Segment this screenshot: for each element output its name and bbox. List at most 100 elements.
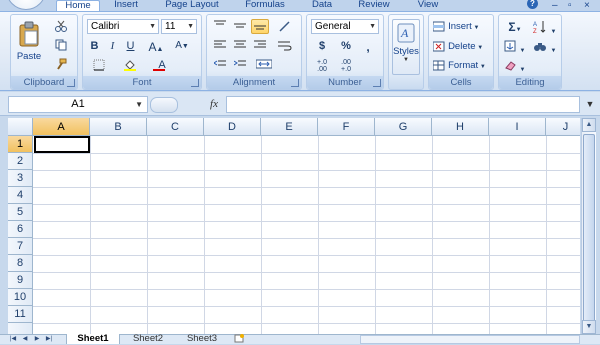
align-right-button[interactable] bbox=[251, 39, 269, 54]
clear-button[interactable]: ▼ bbox=[502, 58, 528, 73]
column-header[interactable]: J bbox=[546, 118, 580, 136]
gridline bbox=[318, 136, 319, 334]
decrease-indent-button[interactable] bbox=[211, 58, 229, 73]
percent-button[interactable]: % bbox=[337, 39, 355, 54]
italic-button[interactable]: I bbox=[105, 39, 120, 54]
sheet-tab[interactable]: Sheet1 bbox=[66, 334, 120, 344]
grow-font-button[interactable]: A▲ bbox=[145, 39, 167, 54]
font-name-combo[interactable]: Calibri ▼ bbox=[87, 19, 159, 34]
tab-page-layout[interactable]: Page Layout bbox=[154, 0, 230, 11]
formula-expand-handle[interactable] bbox=[150, 97, 178, 113]
delete-cells-button[interactable]: Delete ▼ bbox=[432, 39, 492, 54]
row-header[interactable]: 11 bbox=[8, 306, 33, 323]
column-header[interactable]: A bbox=[33, 118, 90, 136]
merge-center-button[interactable] bbox=[251, 58, 277, 73]
insert-sheet-icon[interactable] bbox=[230, 334, 248, 344]
currency-button[interactable]: $ bbox=[311, 39, 333, 54]
wrap-text-button[interactable] bbox=[273, 39, 297, 54]
scroll-up-icon[interactable]: ▲ bbox=[582, 118, 596, 132]
dialog-launcher-icon[interactable] bbox=[291, 79, 299, 87]
column-header[interactable]: C bbox=[147, 118, 204, 136]
row-header[interactable]: 2 bbox=[8, 153, 33, 170]
column-header[interactable]: D bbox=[204, 118, 261, 136]
font-color-button[interactable]: A bbox=[149, 58, 175, 73]
row-header[interactable]: 5 bbox=[8, 204, 33, 221]
row-header[interactable]: 6 bbox=[8, 221, 33, 238]
dialog-launcher-icon[interactable] bbox=[67, 79, 75, 87]
tab-data[interactable]: Data bbox=[302, 0, 342, 11]
tab-review[interactable]: Review bbox=[348, 0, 400, 11]
restore-icon[interactable]: ▫ bbox=[568, 0, 572, 11]
insert-function-icon[interactable]: fx bbox=[206, 96, 222, 112]
find-select-button[interactable]: ▼ bbox=[531, 39, 559, 54]
insert-cells-button[interactable]: Insert ▼ bbox=[432, 19, 492, 34]
formula-input[interactable] bbox=[226, 96, 580, 113]
sheet-tab[interactable]: Sheet3 bbox=[176, 334, 228, 344]
styles-button[interactable]: A Styles ▼ bbox=[392, 19, 420, 75]
format-painter-button[interactable] bbox=[51, 57, 71, 71]
scroll-down-icon[interactable]: ▼ bbox=[582, 320, 596, 334]
paste-button[interactable]: Paste bbox=[15, 19, 43, 69]
decrease-decimal-button[interactable]: .00 +.0 bbox=[335, 58, 357, 73]
tab-view[interactable]: View bbox=[408, 0, 448, 11]
cells-group: Insert ▼ Delete ▼ Format ▼ Cells bbox=[428, 14, 494, 90]
dialog-launcher-icon[interactable] bbox=[373, 79, 381, 87]
select-all-button[interactable] bbox=[8, 118, 33, 136]
align-top-button[interactable] bbox=[211, 19, 229, 34]
format-cells-button[interactable]: Format ▼ bbox=[432, 58, 492, 73]
increase-decimal-button[interactable]: +.0 .00 bbox=[311, 58, 333, 73]
close-icon[interactable]: × bbox=[584, 0, 590, 11]
comma-button[interactable]: , bbox=[359, 39, 377, 54]
row-header[interactable]: 1 bbox=[8, 136, 33, 153]
prev-sheet-icon[interactable]: ◀ bbox=[20, 335, 30, 344]
borders-button[interactable] bbox=[87, 58, 111, 73]
column-header[interactable]: G bbox=[375, 118, 432, 136]
column-header[interactable]: I bbox=[489, 118, 546, 136]
first-sheet-icon[interactable]: |◀ bbox=[8, 335, 18, 344]
orientation-button[interactable] bbox=[273, 19, 297, 34]
column-header[interactable]: E bbox=[261, 118, 318, 136]
last-sheet-icon[interactable]: ▶| bbox=[44, 335, 54, 344]
bold-button[interactable]: B bbox=[87, 39, 102, 54]
align-bottom-button[interactable] bbox=[251, 19, 269, 34]
next-sheet-icon[interactable]: ▶ bbox=[32, 335, 42, 344]
column-header[interactable]: F bbox=[318, 118, 375, 136]
fill-button[interactable]: ▼ bbox=[502, 39, 528, 54]
sheet-tab[interactable]: Sheet2 bbox=[122, 334, 174, 344]
scrollbar-thumb[interactable] bbox=[583, 134, 595, 324]
tab-insert[interactable]: Insert bbox=[104, 0, 148, 11]
dialog-launcher-icon[interactable] bbox=[191, 79, 199, 87]
autosum-button[interactable]: Σ▼ bbox=[502, 19, 528, 34]
name-box[interactable]: A1 ▼ bbox=[8, 96, 148, 113]
copy-button[interactable] bbox=[51, 38, 71, 52]
fill-color-button[interactable] bbox=[117, 58, 143, 73]
tab-formulas[interactable]: Formulas bbox=[236, 0, 294, 11]
row-header[interactable]: 8 bbox=[8, 255, 33, 272]
number-format-combo[interactable]: General ▼ bbox=[311, 19, 379, 34]
tab-home[interactable]: Home bbox=[56, 0, 100, 11]
sort-filter-button[interactable]: AZ ▼ bbox=[531, 19, 559, 35]
increase-indent-button[interactable] bbox=[231, 58, 249, 73]
minimize-icon[interactable]: – bbox=[552, 0, 558, 11]
align-left-button[interactable] bbox=[211, 39, 229, 54]
align-center-button[interactable] bbox=[231, 39, 249, 54]
horizontal-scrollbar[interactable] bbox=[360, 335, 580, 344]
styles-icon: A bbox=[397, 23, 415, 43]
row-header[interactable]: 9 bbox=[8, 272, 33, 289]
vertical-scrollbar[interactable]: ▲ ▼ bbox=[581, 118, 596, 334]
font-size-combo[interactable]: 11 ▼ bbox=[161, 19, 197, 34]
underline-button[interactable]: U bbox=[123, 39, 138, 54]
row-header[interactable]: 4 bbox=[8, 187, 33, 204]
expand-formula-bar-icon[interactable]: ▼ bbox=[584, 96, 596, 113]
active-cell[interactable] bbox=[34, 136, 90, 153]
worksheet-grid[interactable]: A B C D E F G H I J 1 2 3 4 5 6 7 8 9 10… bbox=[8, 118, 580, 334]
column-header[interactable]: H bbox=[432, 118, 489, 136]
row-header[interactable] bbox=[8, 323, 33, 334]
row-header[interactable]: 3 bbox=[8, 170, 33, 187]
shrink-font-button[interactable]: A▼ bbox=[171, 39, 193, 54]
column-header[interactable]: B bbox=[90, 118, 147, 136]
row-header[interactable]: 7 bbox=[8, 238, 33, 255]
align-middle-button[interactable] bbox=[231, 19, 249, 34]
row-header[interactable]: 10 bbox=[8, 289, 33, 306]
cut-button[interactable] bbox=[51, 19, 71, 33]
